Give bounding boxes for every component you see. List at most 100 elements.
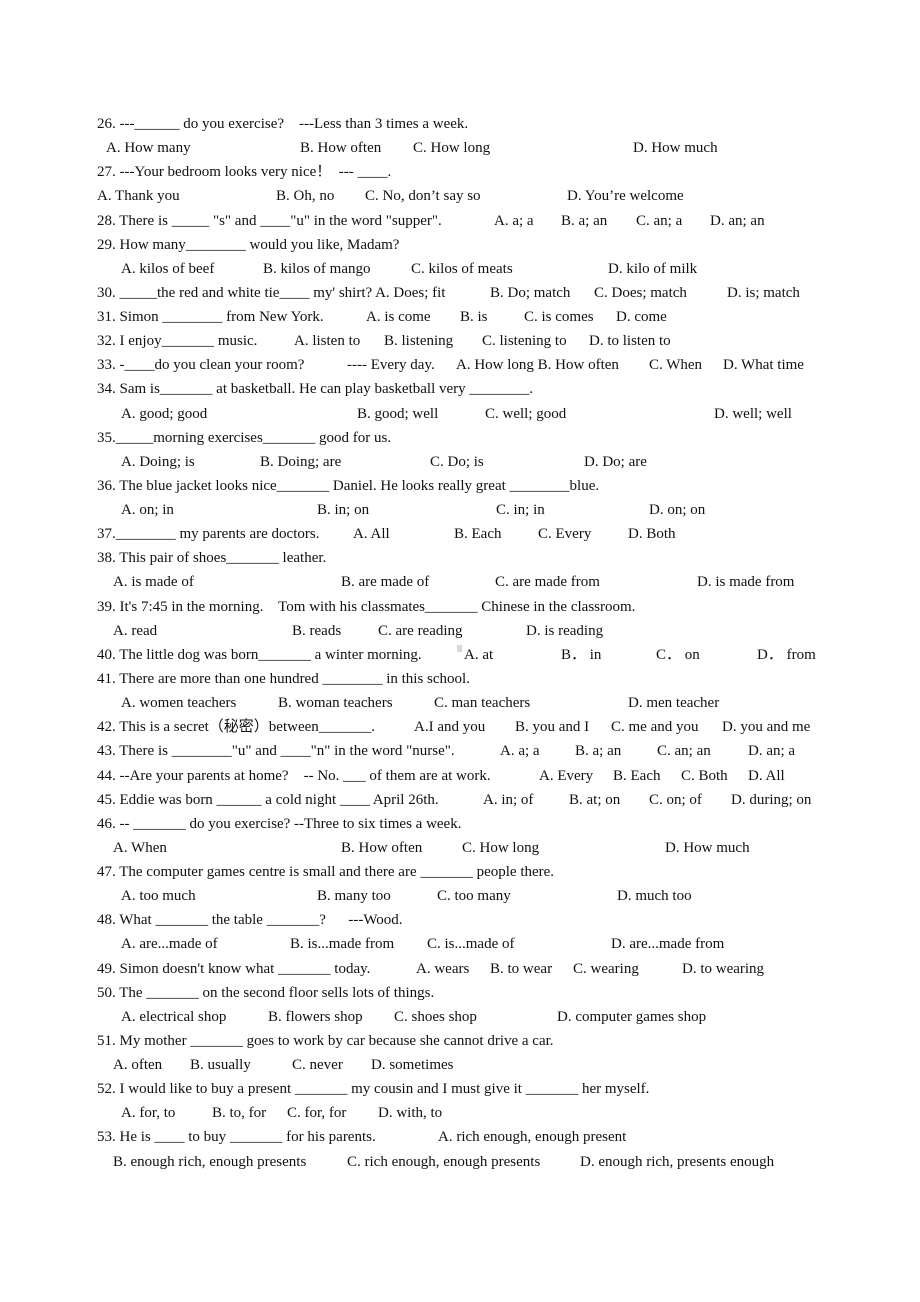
answer-option: D. well; well (714, 405, 792, 422)
answer-option: A. Thank you (97, 188, 180, 205)
question-text: 34. Sam is_______ at basketball. He can … (97, 381, 534, 398)
answer-option: A. often (113, 1057, 163, 1074)
answer-option: D． from (757, 646, 816, 663)
answer-option: A. women teachers (121, 695, 237, 712)
answer-option: D. with, to (378, 1105, 443, 1122)
answer-option: D. sometimes (371, 1057, 454, 1074)
answer-option: B. Do; match (490, 284, 571, 301)
answer-option: D. to listen to (589, 333, 671, 350)
answer-option: C. When (649, 357, 703, 374)
answer-option: C. well; good (485, 405, 567, 422)
question-text: 46. -- _______ do you exercise? --Three … (97, 815, 462, 832)
answer-option: B. is (460, 309, 488, 326)
answer-option: C. Both (681, 767, 728, 784)
answer-option: D. computer games shop (557, 1008, 707, 1025)
answer-option: A. rich enough, enough present (438, 1129, 627, 1146)
question-text: 31. Simon ________ from New York. (97, 309, 324, 326)
answer-option: A. How long B. How often (456, 357, 619, 374)
answer-option: B. reads (292, 622, 342, 639)
answer-option: A. kilos of beef (121, 260, 215, 277)
question-text: 39. It's 7:45 in the morning. Tom with h… (97, 598, 636, 615)
answer-option: B. many too (317, 888, 391, 905)
answer-option: A. good; good (121, 405, 208, 422)
answer-option: A. Every (539, 767, 594, 784)
answer-option: A. read (113, 622, 158, 639)
answer-option: B. you and I (515, 719, 590, 736)
question-text: 48. What _______ the table _______? ---W… (97, 912, 403, 929)
answer-option: A. wears (416, 960, 470, 977)
question-text: 42. This is a secret（秘密）between_______. (97, 719, 376, 736)
scan-artifact-mark (457, 645, 462, 652)
answer-option: C. kilos of meats (411, 260, 513, 277)
answer-option: B． in (561, 646, 602, 663)
answer-option: C. listening to (482, 333, 567, 350)
answer-option: B. to wear (490, 960, 553, 977)
answer-option: B. good; well (357, 405, 439, 422)
answer-option: B. is...made from (290, 936, 395, 953)
answer-option: A. for, to (121, 1105, 176, 1122)
answer-option: A. too much (121, 888, 196, 905)
answer-option: C. rich enough, enough presents (347, 1153, 541, 1170)
answer-option: D. What time (723, 357, 804, 374)
answer-option: A. are...made of (121, 936, 218, 953)
answer-option: A. in; of (483, 791, 534, 808)
answer-option: B. How often (300, 140, 382, 157)
answer-option: C. on; of (649, 791, 702, 808)
answer-option: C. are made from (495, 574, 600, 591)
answer-option: D. an; a (748, 743, 796, 760)
answer-option: C. shoes shop (394, 1008, 477, 1025)
answer-option: B. flowers shop (268, 1008, 363, 1025)
answer-option: D. come (616, 309, 667, 326)
question-text: 45. Eddie was born ______ a cold night _… (97, 791, 439, 808)
answer-option: B. woman teachers (278, 695, 393, 712)
question-text: 44. --Are your parents at home? -- No. _… (97, 767, 491, 784)
answer-option: A. on; in (121, 502, 174, 519)
question-text: 51. My mother _______ goes to work by ca… (97, 1032, 554, 1049)
question-text: 52. I would like to buy a present ______… (97, 1081, 650, 1098)
question-text: 36. The blue jacket looks nice_______ Da… (97, 477, 600, 494)
answer-option: C. No, don’t say so (365, 188, 481, 205)
answer-option: A. a; a (500, 743, 540, 760)
question-text: 38. This pair of shoes_______ leather. (97, 550, 327, 567)
question-text: 33. -____do you clean your room? (97, 357, 305, 374)
answer-option: B. Each (454, 526, 502, 543)
answer-option: D. Both (628, 526, 676, 543)
answer-option: A. is made of (113, 574, 194, 591)
answer-option: C. wearing (573, 960, 639, 977)
answer-option: A. All (353, 526, 390, 543)
question-text: 30. _____the red and white tie____ my' s… (97, 284, 446, 301)
question-text: 35._____morning exercises_______ good fo… (97, 429, 392, 446)
answer-option: A.I and you (414, 719, 486, 736)
answer-option: C. in; in (496, 502, 545, 519)
answer-option: C. How long (462, 839, 540, 856)
answer-option: D. is made from (697, 574, 795, 591)
answer-option: D. is reading (526, 622, 604, 639)
answer-option: B. Oh, no (276, 188, 335, 205)
answer-option: B. are made of (341, 574, 430, 591)
question-text: 41. There are more than one hundred ____… (97, 670, 470, 687)
answer-option: C. for, for (287, 1105, 347, 1122)
answer-option: D. All (748, 767, 785, 784)
answer-option: A. at (464, 646, 494, 663)
answer-option: D. is; match (727, 284, 800, 301)
answer-option: D. kilo of milk (608, 260, 698, 277)
question-text: 32. I enjoy_______ music. (97, 333, 258, 350)
answer-option: C. an; an (657, 743, 711, 760)
answer-option: C. Does; match (594, 284, 687, 301)
question-text: 43. There is ________"u" and ____"n" in … (97, 743, 455, 760)
answer-option: C． on (656, 646, 700, 663)
answer-option: C. man teachers (434, 695, 531, 712)
answer-option: ---- Every day. (347, 357, 435, 374)
document-page: { "lines": [ {"id":"q26","segs":[{"x":97… (0, 0, 920, 1302)
answer-option: C. an; a (636, 212, 683, 229)
question-text: 47. The computer games centre is small a… (97, 864, 555, 881)
answer-option: C. too many (437, 888, 511, 905)
answer-option: D. you and me (722, 719, 811, 736)
question-text: 29. How many________ would you like, Mad… (97, 236, 400, 253)
answer-option: C. How long (413, 140, 491, 157)
answer-option: B. enough rich, enough presents (113, 1153, 307, 1170)
answer-option: C. is...made of (427, 936, 515, 953)
answer-option: C. Do; is (430, 453, 484, 470)
question-text: 37.________ my parents are doctors. (97, 526, 320, 543)
answer-option: A. How many (106, 140, 191, 157)
